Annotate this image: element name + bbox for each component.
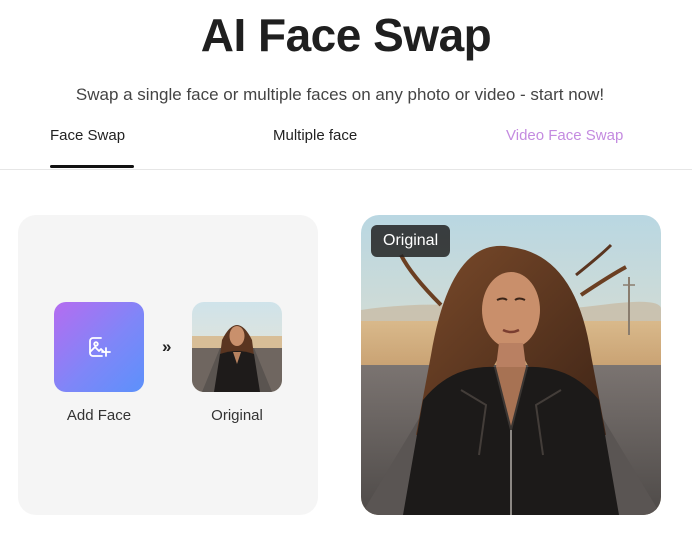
page-subtitle: Swap a single face or multiple faces on … — [75, 85, 605, 104]
tab-bar: Face Swap Multiple face Video Face Swap — [0, 117, 692, 170]
tab-video-face-swap[interactable]: Video Face Swap — [506, 127, 623, 144]
upload-panel: » Add Face Original — [18, 215, 318, 515]
original-badge: Original — [371, 225, 451, 257]
tab-face-swap[interactable]: Face Swap — [50, 127, 125, 144]
original-label: Original — [211, 407, 263, 424]
arrow-icon: » — [162, 337, 172, 356]
add-face-label: Add Face — [66, 407, 132, 424]
image-plus-icon — [89, 337, 111, 357]
tab-multiple-face[interactable]: Multiple face — [273, 127, 357, 144]
page-title: AI Face Swap — [200, 9, 492, 61]
original-photo — [361, 215, 661, 515]
preview-panel: Original — [361, 215, 661, 515]
add-face-button[interactable] — [54, 302, 144, 392]
active-tab-indicator — [50, 165, 134, 168]
original-thumbnail[interactable] — [192, 302, 282, 392]
